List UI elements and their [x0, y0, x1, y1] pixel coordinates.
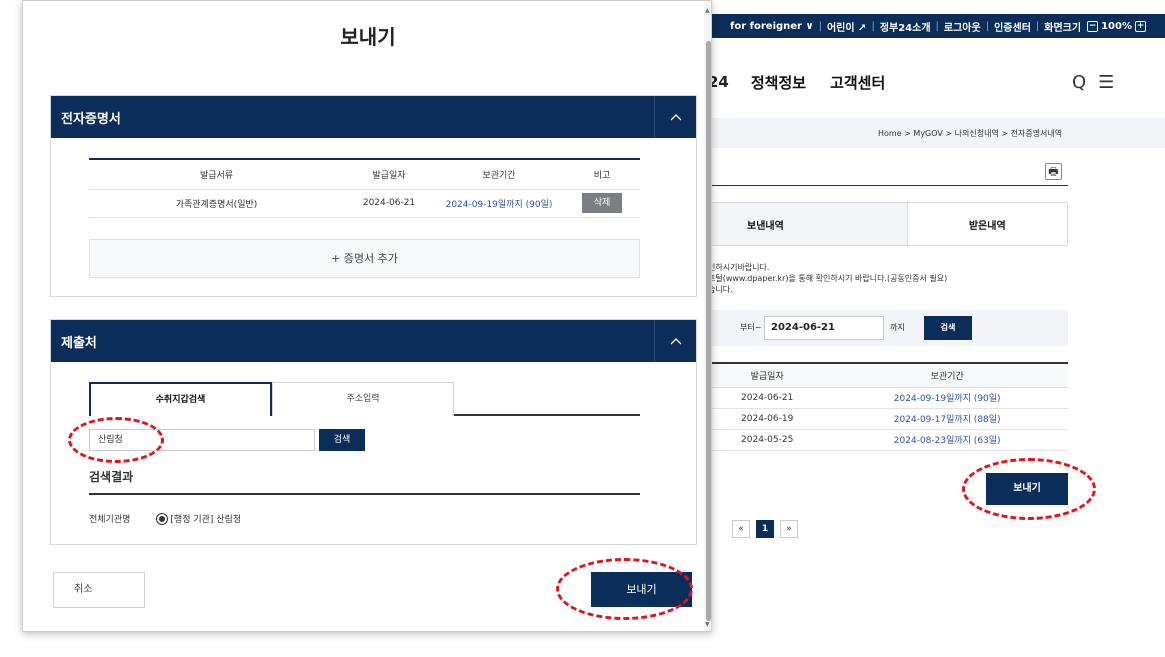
delete-cert-button[interactable]: 삭제 [582, 193, 622, 213]
breadcrumb-text: Home > MyGOV > 나의신청내역 > 전자증명서내역 [878, 129, 1063, 138]
chevron-up-icon [670, 338, 681, 345]
notice-text: 인하시기바랍니다. 포털(www.dpaper.kr)을 통해 확인하시기 바랍… [708, 263, 948, 294]
submit-section: 제출처 수취지갑검색 주소입력 산림청 검색 검색결과 전체기관명 [행정 기관… [50, 319, 697, 545]
date-search-button[interactable]: 검색 [924, 316, 972, 340]
from-label: 부터~ [740, 323, 762, 332]
tab-sent[interactable]: 보낸내역 [709, 203, 908, 245]
column-header: 보관기간 [434, 159, 564, 190]
cert-collapse-button[interactable] [654, 96, 696, 138]
chevron-up-icon [670, 114, 681, 121]
auth-center-link[interactable]: 인증센터 [994, 19, 1031, 34]
cert-section-header: 전자증명서 [51, 96, 696, 138]
modal-scrollbar[interactable]: ▲ ▼ [704, 1, 711, 631]
submit-section-title: 제출처 [61, 335, 97, 351]
history-tabs: 보낸내역 받은내역 [708, 202, 1068, 246]
page-send-button[interactable]: 보내기 [986, 473, 1068, 505]
prev-page-button[interactable]: « [732, 520, 750, 538]
search-icon[interactable]: Q [1072, 72, 1086, 93]
zoom-in-button[interactable]: + [1135, 20, 1146, 32]
nav-item-policy[interactable]: 정책정보 [751, 72, 806, 93]
date-search-bar: 부터~ 2024-06-21 까지 검색 [708, 310, 1068, 346]
logout-link[interactable]: 로그아웃 [944, 19, 981, 34]
table-row: 가족관계증명서(일반) 2024-06-21 2024-09-19일까지 (90… [89, 189, 640, 218]
cert-period: 2024-09-19일까지 (90일) [434, 189, 564, 218]
column-header: 비고 [564, 159, 640, 190]
nav-item-support[interactable]: 고객센터 [830, 72, 885, 93]
breadcrumb: Home > MyGOV > 나의신청내역 > 전자증명서내역 [708, 118, 1165, 148]
menu-icon[interactable]: ☰ [1098, 72, 1114, 93]
table-row[interactable]: 2024-06-21 2024-09-19일까지 (90일) [708, 387, 1068, 409]
submit-collapse-button[interactable] [654, 320, 696, 362]
print-icon[interactable]: 🖶 [1045, 163, 1062, 180]
column-header: 발급서류 [89, 159, 344, 190]
org-search-input[interactable]: 산림청 [89, 429, 315, 451]
tab-address-input[interactable]: 주소입력 [272, 382, 454, 416]
tab-received[interactable]: 받은내역 [908, 203, 1068, 245]
page-1-button[interactable]: 1 [756, 520, 774, 538]
cert-section: 전자증명서 발급서류 발급일자 보관기간 비고 가족관계증명서(일반) 2024… [50, 95, 697, 297]
column-header: 보관기간 [826, 363, 1068, 388]
zoom-value: 100% [1101, 20, 1132, 32]
about-link[interactable]: 정부24소개 [880, 19, 931, 34]
zoom-out-button[interactable]: − [1087, 20, 1099, 32]
add-cert-button[interactable]: + 증명서 추가 [89, 239, 640, 278]
cert-issue-date: 2024-06-21 [344, 189, 434, 218]
submit-section-header: 제출처 [51, 320, 696, 362]
cert-table: 발급서류 발급일자 보관기간 비고 가족관계증명서(일반) 2024-06-21… [89, 158, 640, 218]
org-radio[interactable] [156, 512, 169, 525]
foreigner-link[interactable]: for foreigner ∨ [730, 21, 814, 32]
to-label: 까지 [890, 323, 905, 332]
divider [89, 493, 640, 495]
table-row[interactable]: 2024-05-25 2024-08-23일까지 (63일) [708, 429, 1068, 451]
submit-tabs: 수취지갑검색 주소입력 [89, 382, 640, 416]
table-row[interactable]: 2024-06-19 2024-09-17일까지 (88일) [708, 408, 1068, 430]
result-title: 검색결과 [89, 470, 134, 484]
result-value: [행정 기관] 산림청 [170, 515, 242, 525]
send-modal: 보내기 전자증명서 발급서류 발급일자 보관기간 비고 가족관계증명서(일반) … [22, 0, 712, 632]
main-navigation: 24 정책정보 고객센터 Q ☰ [708, 62, 1165, 102]
scrollbar-thumb[interactable] [706, 41, 711, 621]
org-search-button[interactable]: 검색 [319, 429, 365, 451]
page-title-line: 🖶 [708, 160, 1068, 186]
screen-size-label: 화면크기 [1044, 22, 1082, 34]
next-page-button[interactable]: » [780, 520, 798, 538]
result-label: 전체기관명 [89, 515, 131, 525]
modal-title: 보내기 [340, 25, 396, 49]
scroll-up-icon[interactable]: ▲ [705, 7, 710, 14]
column-header: 발급일자 [344, 159, 434, 190]
column-header: 발급일자 [708, 363, 827, 388]
history-table: 발급일자 보관기간 2024-06-21 2024-09-19일까지 (90일)… [708, 362, 1068, 451]
scroll-down-icon[interactable]: ▼ [705, 621, 710, 628]
to-date-input[interactable]: 2024-06-21 [764, 316, 884, 340]
result-row: 전체기관명 [행정 기관] 산림청 [89, 512, 241, 525]
pagination: « 1 » [732, 520, 798, 538]
cancel-button[interactable]: 취소 [53, 572, 145, 608]
tab-wallet-search[interactable]: 수취지갑검색 [89, 382, 272, 416]
radio-dot-icon [159, 515, 166, 522]
cert-doc-name: 가족관계증명서(일반) [89, 189, 344, 218]
top-utility-bar: for foreigner ∨ | 어린이 ↗ | 정부24소개 | 로그아웃 | 인증… [700, 14, 1165, 38]
kids-link[interactable]: 어린이 ↗ [827, 19, 866, 34]
cert-section-title: 전자증명서 [61, 111, 121, 127]
modal-send-button[interactable]: 보내기 [591, 572, 692, 607]
